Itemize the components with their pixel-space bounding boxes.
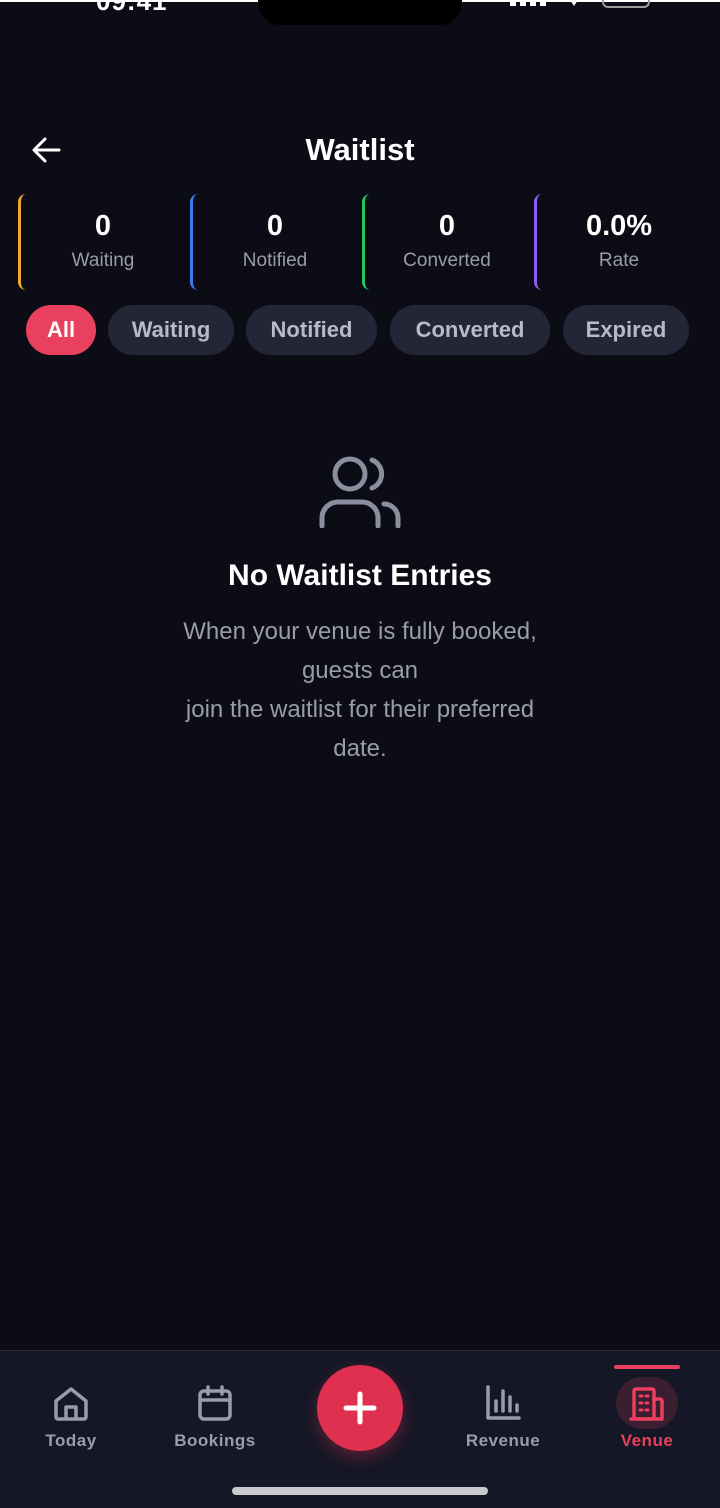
tab-bar: Today Bookings Revenue Venue [0,1350,720,1508]
stat-label: Converted [403,250,491,271]
tab-today[interactable]: Today [16,1377,126,1457]
empty-state-title: No Waitlist Entries [228,559,492,592]
status-bar: 09:41 [0,0,720,30]
stat-label: Waiting [71,250,135,271]
stat-value: 0 [266,210,284,242]
tab-venue[interactable]: Venue [592,1365,702,1457]
filter-chip-notified[interactable]: Notified [246,305,377,355]
tab-label: Revenue [465,1431,541,1450]
stat-notified: 0 Notified [190,194,356,290]
tab-revenue[interactable]: Revenue [448,1377,558,1457]
stat-waiting: 0 Waiting [18,194,184,290]
active-tab-indicator [614,1365,680,1369]
stat-value: 0.0% [585,210,653,242]
stat-label: Notified [242,250,308,271]
home-icon [54,1387,88,1421]
users-icon [319,456,401,528]
tab-label: Venue [620,1431,674,1450]
add-booking-button[interactable] [317,1365,403,1451]
building-icon [629,1387,664,1421]
home-indicator [232,1487,488,1495]
wifi-icon [570,0,578,6]
stat-label: Rate [598,250,640,271]
filter-chip-expired[interactable]: Expired [563,305,689,355]
bar-chart-icon [486,1385,521,1420]
filter-chip-converted[interactable]: Converted [390,305,550,355]
status-time: 09:41 [96,0,168,16]
stat-converted: 0 Converted [362,194,528,290]
filter-chip-waiting[interactable]: Waiting [108,305,234,355]
stat-rate: 0.0% Rate [534,194,700,290]
tab-label: Today [45,1431,97,1450]
filter-chips: All Waiting Notified Converted Expired [26,305,696,355]
tab-bookings[interactable]: Bookings [160,1377,270,1457]
battery-icon [602,0,650,8]
plus-icon [343,1391,377,1425]
stats-row: 0 Waiting 0 Notified 0 Converted 0.0% Ra… [18,194,708,290]
stat-value: 0 [94,210,112,242]
empty-state-description: When your venue is fully booked, guests … [183,618,537,762]
dynamic-island [258,0,462,25]
calendar-icon [198,1385,232,1421]
header: Waitlist [0,120,720,180]
filter-chip-all[interactable]: All [26,305,96,355]
page-title: Waitlist [305,132,415,167]
stat-value: 0 [438,210,456,242]
signal-icon [510,0,548,6]
tab-label: Bookings [174,1431,256,1450]
